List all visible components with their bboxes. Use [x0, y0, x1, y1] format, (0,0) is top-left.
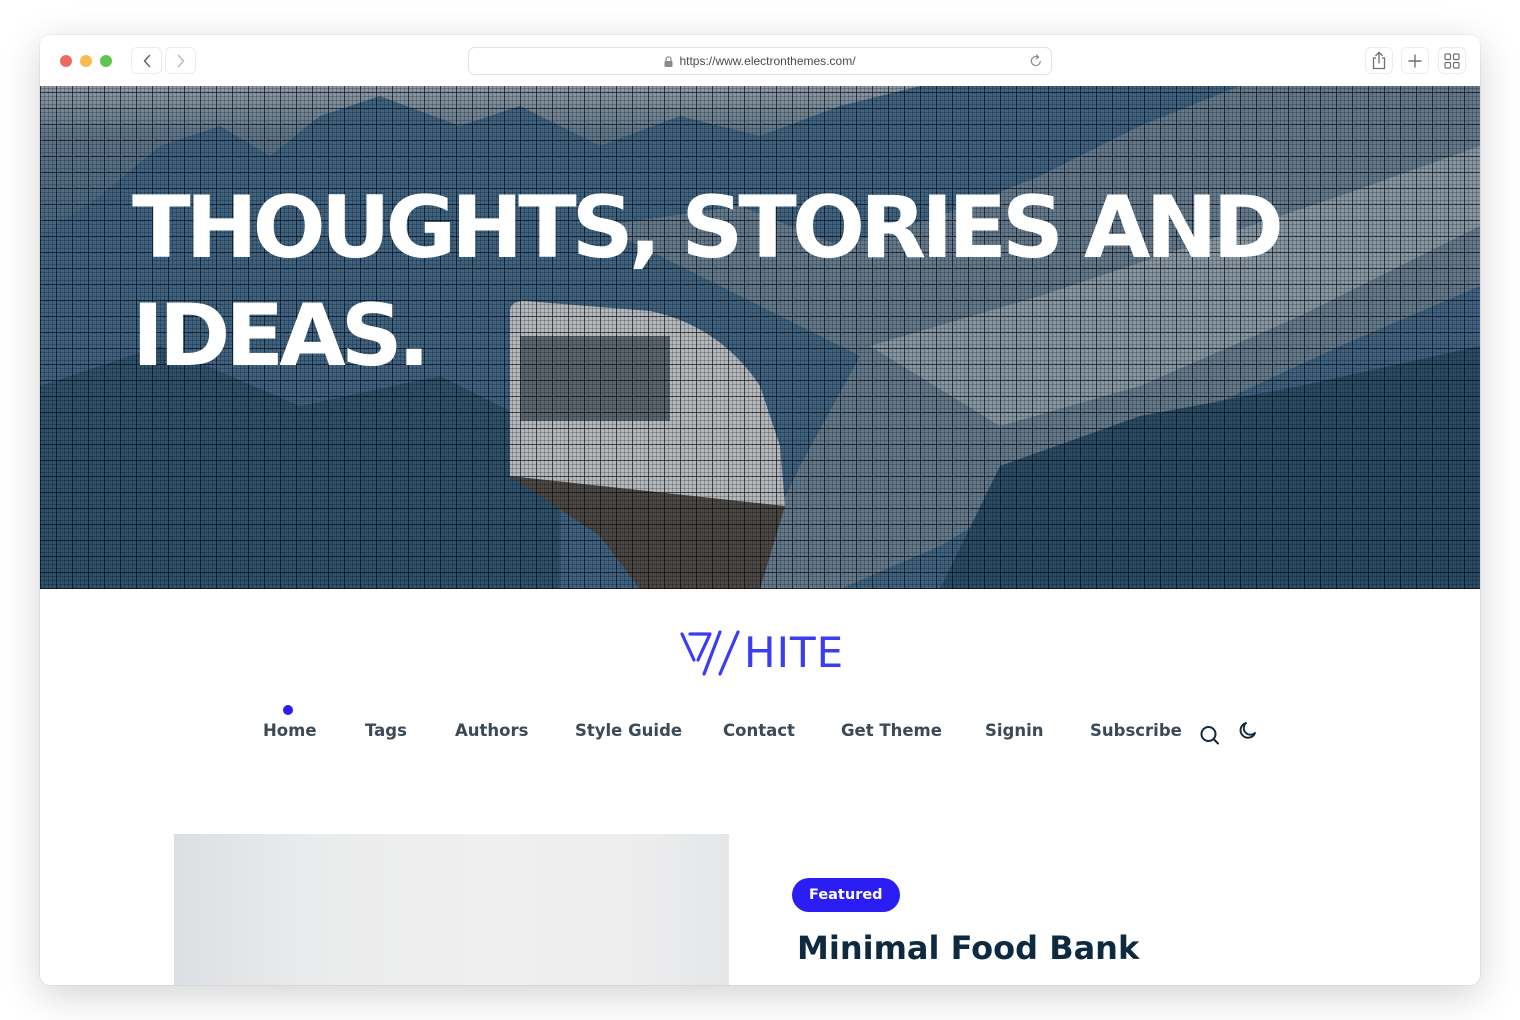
nav-item-authors[interactable]: Authors	[455, 721, 528, 740]
hero-banner: Thoughts, stories and ideas.	[40, 86, 1480, 589]
search-button[interactable]	[1199, 724, 1221, 746]
chevron-left-icon	[143, 54, 150, 67]
w-mark-icon	[680, 630, 740, 676]
featured-badge[interactable]: Featured	[792, 878, 900, 912]
featured-post-image[interactable]	[174, 834, 729, 985]
forward-button[interactable]	[165, 47, 196, 74]
logo-text: HITE	[744, 628, 845, 677]
nav-item-signin[interactable]: Signin	[985, 721, 1044, 740]
url-text: https://www.electronthemes.com/	[679, 54, 856, 68]
share-button[interactable]	[1365, 47, 1393, 74]
browser-window: https://www.electronthemes.com/ Though	[40, 35, 1480, 985]
share-icon	[1372, 51, 1386, 70]
zoom-window-button[interactable]	[100, 55, 112, 67]
nav-item-style-guide[interactable]: Style Guide	[575, 721, 682, 740]
featured-post-title[interactable]: Minimal Food Bank	[797, 928, 1139, 968]
minimize-window-button[interactable]	[80, 55, 92, 67]
hero-title: Thoughts, stories and ideas.	[132, 178, 1284, 386]
nav-item-home[interactable]: Home	[263, 721, 317, 740]
chevron-right-icon	[177, 54, 184, 67]
nav-item-get-theme[interactable]: Get Theme	[841, 721, 942, 740]
theme-toggle-button[interactable]	[1236, 720, 1258, 742]
active-nav-indicator	[283, 705, 293, 715]
close-window-button[interactable]	[60, 55, 72, 67]
lock-icon	[664, 55, 673, 67]
plus-icon	[1408, 54, 1422, 67]
new-tab-button[interactable]	[1401, 47, 1429, 74]
nav-item-contact[interactable]: Contact	[723, 721, 795, 740]
site-logo[interactable]: HITE	[680, 630, 844, 676]
moon-icon	[1239, 722, 1256, 739]
browser-toolbar: https://www.electronthemes.com/	[40, 35, 1480, 86]
main-navigation: Home Tags Authors Style Guide Contact Ge…	[40, 721, 1480, 751]
address-bar[interactable]: https://www.electronthemes.com/	[468, 47, 1052, 75]
nav-item-tags[interactable]: Tags	[365, 721, 407, 740]
grid-icon	[1444, 52, 1460, 69]
tab-overview-button[interactable]	[1438, 47, 1466, 74]
reload-icon[interactable]	[1029, 54, 1043, 71]
search-icon	[1200, 726, 1219, 745]
back-button[interactable]	[131, 47, 162, 74]
nav-item-subscribe[interactable]: Subscribe	[1090, 721, 1182, 740]
